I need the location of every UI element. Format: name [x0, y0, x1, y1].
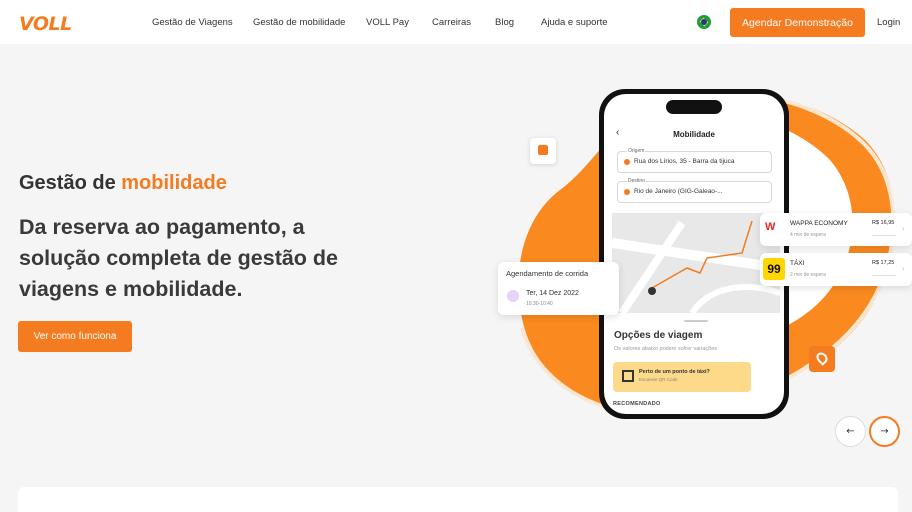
nav-voll-pay[interactable]: VOLL Pay	[366, 17, 409, 28]
options-subtitle: Os valores abaixo podem sofrer variações	[614, 346, 718, 352]
price-bar	[872, 275, 896, 276]
route-map[interactable]	[611, 213, 782, 316]
login-link[interactable]: Login	[877, 17, 900, 28]
nav-gestao-viagens[interactable]: Gestão de Viagens	[152, 17, 233, 28]
destination-value: Rio de Janeiro (GIG-Galeao-...	[634, 188, 723, 195]
map-roads	[611, 220, 782, 316]
taxi-99-logo: 99	[763, 258, 785, 280]
sheet-handle[interactable]	[684, 320, 708, 322]
eyebrow-prefix: Gestão de	[19, 172, 122, 194]
options-title: Opções de viagem	[614, 330, 703, 341]
phone-screen: ‹ Mobilidade Origem Rua dos Lírios, 35 -…	[604, 94, 784, 414]
eyebrow-accent: mobilidade	[121, 172, 227, 194]
qr-code-icon	[622, 370, 634, 382]
hero-headline: Da reserva ao pagamento, a solução compl…	[19, 215, 339, 301]
schedule-title: Agendamento de corrida	[506, 269, 589, 278]
ride-option-taxi[interactable]: 99 TÁXI 2 min de espera R$ 17,25 ›	[760, 253, 912, 286]
brazil-flag-icon[interactable]	[697, 15, 711, 29]
car-badge-icon	[530, 138, 556, 164]
recommended-label: RECOMENDADO	[613, 401, 661, 407]
nav-carreiras[interactable]: Carreiras	[432, 17, 471, 28]
car-icon	[507, 290, 519, 302]
schedule-card: Agendamento de corrida Ter, 14 Dez 2022 …	[498, 262, 619, 315]
car-marker-icon	[648, 287, 656, 295]
nav-gestao-mobilidade[interactable]: Gestão de mobilidade	[253, 17, 345, 28]
chevron-right-icon: ›	[902, 224, 905, 233]
destination-field[interactable]: Destino Rio de Janeiro (GIG-Galeao-...	[617, 178, 772, 203]
ride-wait: 4 min de espera	[790, 232, 826, 238]
screen-title: Mobilidade	[673, 130, 715, 139]
site-header: VOLL Gestão de Viagens Gestão de mobilid…	[0, 0, 912, 44]
phone-notch	[666, 100, 722, 114]
promo-subtitle: Escaneie QR Code	[639, 377, 678, 382]
nav-ajuda-suporte[interactable]: Ajuda e suporte	[541, 17, 608, 28]
chevron-right-icon: ›	[902, 264, 905, 273]
wappa-logo: W	[765, 221, 776, 233]
ride-name: TÁXI	[790, 260, 805, 267]
phone-mockup: ‹ Mobilidade Origem Rua dos Lírios, 35 -…	[599, 89, 789, 419]
ride-price: R$ 17,25	[872, 260, 895, 266]
schedule-demo-button[interactable]: Agendar Demonstração	[730, 8, 865, 37]
ride-wait: 2 min de espera	[790, 272, 826, 278]
carousel-next-button[interactable]: →	[869, 416, 900, 447]
hero-eyebrow: Gestão de mobilidade	[19, 172, 227, 195]
origin-value: Rua dos Lírios, 35 - Barra da tijuca	[634, 158, 735, 165]
ride-name: WAPPA ECONOMY	[790, 220, 848, 227]
price-bar	[872, 235, 896, 236]
schedule-time: 10:30-10:40	[526, 301, 553, 307]
car-icon	[538, 145, 548, 155]
next-section-card	[18, 487, 898, 512]
location-pin-icon	[624, 189, 630, 195]
location-badge-icon	[809, 346, 835, 372]
ride-price: R$ 16,95	[872, 220, 895, 226]
taxi-promo-banner[interactable]: Perto de um ponto de táxi? Escaneie QR C…	[613, 362, 751, 392]
origin-label: Origem	[627, 148, 646, 154]
carousel-prev-button[interactable]: ←	[835, 416, 866, 447]
voll-logo[interactable]: VOLL	[19, 13, 72, 35]
ride-option-wappa[interactable]: W WAPPA ECONOMY 4 min de espera R$ 16,95…	[760, 213, 912, 246]
destination-label: Destino	[627, 178, 646, 184]
see-how-it-works-button[interactable]: Ver como funciona	[18, 321, 132, 352]
nav-blog[interactable]: Blog	[495, 17, 514, 28]
origin-field[interactable]: Origem Rua dos Lírios, 35 - Barra da tij…	[617, 148, 772, 173]
promo-title: Perto de um ponto de táxi?	[639, 369, 710, 375]
location-pin-icon	[624, 159, 630, 165]
schedule-date: Ter, 14 Dez 2022	[526, 290, 579, 297]
location-pin-icon	[814, 350, 830, 366]
